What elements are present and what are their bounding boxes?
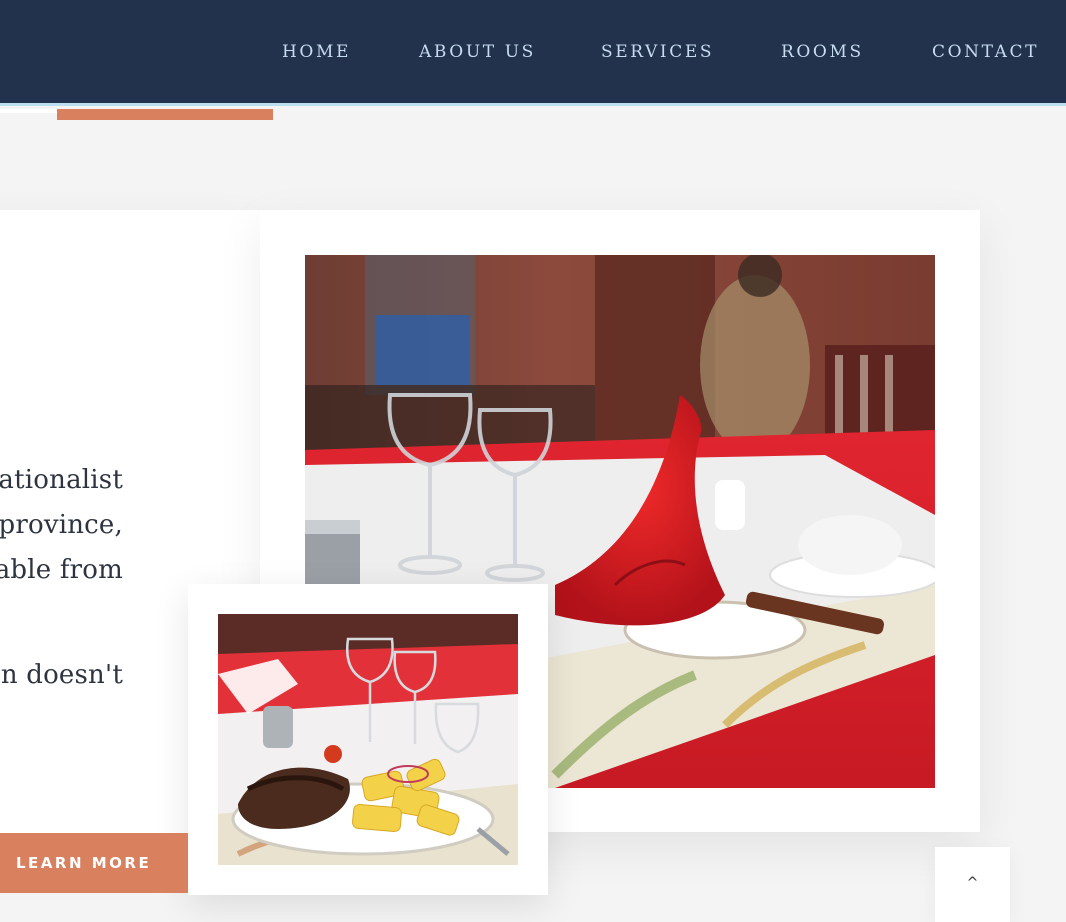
nav-home[interactable]: HOME [282,42,351,62]
nav-services[interactable]: SERVICES [601,42,714,62]
nav-contact[interactable]: CONTACT [932,42,1039,62]
food-plate-photo [218,614,518,865]
learn-more-button[interactable]: LEARN MORE [0,833,188,893]
chevron-up-icon: ^ [966,875,979,891]
accent-bar [57,109,273,120]
about-text-line: nationalist [0,465,123,495]
about-text-line: province, [0,510,123,540]
about-text-clip: nationalist province, able from en doesn… [0,210,123,850]
nav-about-us[interactable]: ABOUT US [419,42,536,62]
nav-rooms[interactable]: ROOMS [781,42,864,62]
header-tab [0,109,57,113]
scroll-to-top-button[interactable]: ^ [935,847,1010,922]
secondary-image-card [188,584,548,895]
top-navbar: HOME ABOUT US SERVICES ROOMS CONTACT [0,0,1066,106]
about-text-line: able from [0,555,123,585]
about-text-line: en doesn't [0,660,123,690]
